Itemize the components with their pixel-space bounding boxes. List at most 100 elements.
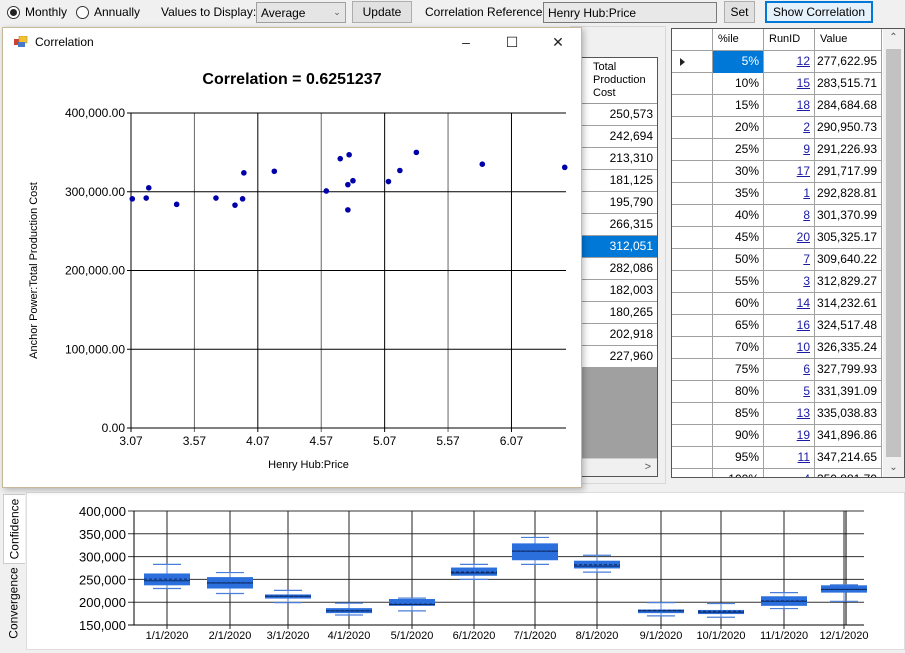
runid-cell[interactable]: 4	[764, 469, 815, 477]
row-header[interactable]	[672, 381, 713, 403]
row-header[interactable]	[672, 293, 713, 315]
runid-link[interactable]: 17	[797, 164, 810, 178]
percentile-cell[interactable]: 15%	[713, 95, 764, 117]
runid-link[interactable]: 11	[798, 450, 810, 464]
row-header[interactable]	[672, 139, 713, 161]
percentile-cell[interactable]: 45%	[713, 227, 764, 249]
radio-monthly-indicator[interactable]	[7, 5, 20, 19]
row-header[interactable]	[672, 447, 713, 469]
row-header[interactable]	[672, 95, 713, 117]
percentile-grid[interactable]: %ile RunID Value 5% 12 277,622.95 10% 15 283,…	[671, 28, 905, 478]
value-cell[interactable]: 291,226.93	[815, 139, 882, 161]
runid-cell[interactable]: 8	[764, 205, 815, 227]
percentile-cell[interactable]: 10%	[713, 73, 764, 95]
runid-cell[interactable]: 13	[764, 403, 815, 425]
runid-cell[interactable]: 16	[764, 315, 815, 337]
runid-link[interactable]: 6	[803, 362, 810, 376]
table-row[interactable]: 20% 2 290,950.73	[672, 117, 882, 139]
update-button[interactable]: Update	[352, 1, 412, 23]
column-header-percentile[interactable]: %ile	[713, 29, 764, 51]
show-correlation-button[interactable]: Show Correlation	[765, 1, 873, 23]
runid-link[interactable]: 19	[797, 428, 810, 442]
table-row[interactable]: 95% 11 347,214.65	[672, 447, 882, 469]
table-row[interactable]: 5% 12 277,622.95	[672, 51, 882, 73]
radio-annually-indicator[interactable]	[76, 5, 89, 19]
value-cell[interactable]: 341,896.86	[815, 425, 882, 447]
runid-link[interactable]: 3	[803, 274, 810, 288]
percentile-cell[interactable]: 55%	[713, 271, 764, 293]
value-cell[interactable]: 283,515.71	[815, 73, 882, 95]
value-cell[interactable]: 314,232.61	[815, 293, 882, 315]
set-button[interactable]: Set	[724, 1, 755, 23]
runid-cell[interactable]: 2	[764, 117, 815, 139]
runid-cell[interactable]: 18	[764, 95, 815, 117]
vertical-scrollbar[interactable]: ⌃ ⌄	[883, 29, 904, 477]
row-header[interactable]	[672, 271, 713, 293]
row-header[interactable]	[672, 117, 713, 139]
runid-link[interactable]: 5	[803, 384, 810, 398]
grid-cell-value[interactable]: 202,918	[581, 324, 657, 346]
scroll-up-icon[interactable]: ⌃	[883, 29, 904, 47]
value-cell[interactable]: 301,370.99	[815, 205, 882, 227]
values-to-display-select[interactable]: Average ⌄	[256, 2, 346, 23]
runid-link[interactable]: 13	[797, 406, 810, 420]
percentile-cell[interactable]: 40%	[713, 205, 764, 227]
value-cell[interactable]: 305,325.17	[815, 227, 882, 249]
radio-monthly[interactable]: Monthly	[7, 0, 67, 24]
runid-cell[interactable]: 12	[764, 51, 815, 73]
row-header[interactable]	[672, 337, 713, 359]
value-cell[interactable]: 324,517.48	[815, 315, 882, 337]
row-header[interactable]	[672, 315, 713, 337]
percentile-cell[interactable]: 35%	[713, 183, 764, 205]
runid-cell[interactable]: 6	[764, 359, 815, 381]
percentile-cell[interactable]: 75%	[713, 359, 764, 381]
scrollbar-thumb[interactable]	[886, 49, 901, 457]
table-row[interactable]: 15% 18 284,684.68	[672, 95, 882, 117]
row-header[interactable]	[672, 73, 713, 95]
value-cell[interactable]: 291,717.99	[815, 161, 882, 183]
horizontal-scrollbar[interactable]: >	[581, 458, 657, 476]
percentile-cell[interactable]: 100%	[713, 469, 764, 477]
row-header[interactable]	[672, 359, 713, 381]
percentile-cell[interactable]: 60%	[713, 293, 764, 315]
runid-cell[interactable]: 17	[764, 161, 815, 183]
value-cell[interactable]: 292,828.81	[815, 183, 882, 205]
runid-cell[interactable]: 9	[764, 139, 815, 161]
table-row[interactable]: 85% 13 335,038.83	[672, 403, 882, 425]
value-cell[interactable]: 277,622.95	[815, 51, 882, 73]
scroll-down-icon[interactable]: ⌄	[883, 459, 904, 477]
table-row[interactable]: 70% 10 326,335.24	[672, 337, 882, 359]
grid-cell-value[interactable]: 213,310	[581, 148, 657, 170]
table-row[interactable]: 35% 1 292,828.81	[672, 183, 882, 205]
grid-cell-value[interactable]: 250,573	[581, 104, 657, 126]
runid-link[interactable]: 14	[797, 296, 810, 310]
runid-link[interactable]: 16	[797, 318, 810, 332]
value-cell[interactable]: 335,038.83	[815, 403, 882, 425]
table-row[interactable]: 75% 6 327,799.93	[672, 359, 882, 381]
runid-cell[interactable]: 20	[764, 227, 815, 249]
table-row[interactable]: 10% 15 283,515.71	[672, 73, 882, 95]
runid-link[interactable]: 1	[803, 186, 810, 200]
runid-cell[interactable]: 1	[764, 183, 815, 205]
table-row[interactable]: 90% 19 341,896.86	[672, 425, 882, 447]
runid-cell[interactable]: 10	[764, 337, 815, 359]
table-row[interactable]: 65% 16 324,517.48	[672, 315, 882, 337]
value-cell[interactable]: 347,214.65	[815, 447, 882, 469]
runid-link[interactable]: 2	[803, 120, 810, 134]
row-header[interactable]	[672, 161, 713, 183]
grid-cell-value[interactable]: 266,315	[581, 214, 657, 236]
value-cell[interactable]: 327,799.93	[815, 359, 882, 381]
radio-annually[interactable]: Annually	[76, 0, 140, 24]
runid-link[interactable]: 8	[803, 208, 810, 222]
percentile-cell[interactable]: 30%	[713, 161, 764, 183]
runid-cell[interactable]: 7	[764, 249, 815, 271]
column-header-runid[interactable]: RunID	[764, 29, 815, 51]
value-cell[interactable]: 312,829.27	[815, 271, 882, 293]
value-cell[interactable]: 284,684.68	[815, 95, 882, 117]
row-header[interactable]	[672, 425, 713, 447]
runid-link[interactable]: 10	[797, 340, 810, 354]
percentile-cell[interactable]: 50%	[713, 249, 764, 271]
row-header[interactable]	[672, 51, 713, 73]
grid-header-total-production-cost[interactable]: Total Production Cost	[581, 58, 657, 104]
row-header[interactable]	[672, 403, 713, 425]
